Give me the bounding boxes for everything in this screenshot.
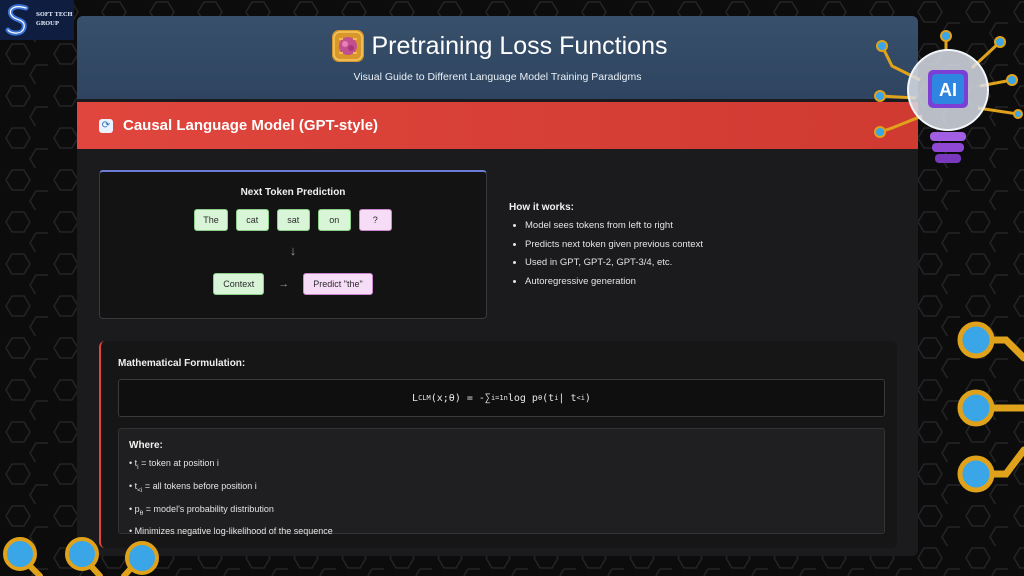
context-box: Context <box>213 273 265 295</box>
token-panel-title: Next Token Prediction <box>240 187 346 198</box>
where-item: • t<i = all tokens before position i <box>129 480 257 494</box>
math-formulation-panel: Mathematical Formulation: L CLM (x;θ) = -∑… <box>99 341 897 548</box>
how-it-works: How it works: Model sees tokens from lef… <box>509 202 703 291</box>
main-card: Pretraining Loss Functions Visual Guide … <box>77 16 918 556</box>
how-list: Model sees tokens from left to right Pre… <box>509 217 703 291</box>
where-item: • pθ = model's probability distribution <box>129 503 274 517</box>
where-item: • Minimizes negative log-likelihood of t… <box>129 526 333 537</box>
list-item: Predicts next token given previous conte… <box>525 236 703 255</box>
page-subtitle: Visual Guide to Different Language Model… <box>353 71 642 83</box>
arrow-down-icon: ↓ <box>289 243 297 258</box>
token: The <box>194 209 228 231</box>
section-title: Causal Language Model (GPT-style) <box>123 117 379 134</box>
refresh-icon: ⟳ <box>99 118 113 133</box>
brand-logo: SOFT TECH GROUP <box>0 0 74 40</box>
masked-token: ? <box>358 209 392 231</box>
brain-chip-icon <box>331 30 364 62</box>
list-item: Used in GPT, GPT-2, GPT-3/4, etc. <box>525 254 703 273</box>
where-title: Where: <box>129 440 163 451</box>
token: cat <box>235 209 269 231</box>
page-title: Pretraining Loss Functions <box>371 31 668 60</box>
list-item: Autoregressive generation <box>525 273 703 292</box>
token: sat <box>276 209 310 231</box>
formula: L CLM (x;θ) = -∑ i=1 n log p θ (t i | t <i) <box>118 379 885 417</box>
section-header-clm[interactable]: ⟳ Causal Language Model (GPT-style) <box>77 102 918 149</box>
where-box: Where: • ti = token at position i • t<i … <box>118 428 885 536</box>
circuit-nodes-bottom-icon <box>3 537 159 576</box>
token-prediction-panel: Next Token Prediction The cat sat on ? ↓… <box>99 170 487 319</box>
token-row: The cat sat on ? <box>100 209 486 231</box>
where-item: • ti = token at position i <box>129 458 219 471</box>
arrow-right-icon: → <box>278 278 290 290</box>
list-item: Model sees tokens from left to right <box>525 217 703 236</box>
ai-lightbulb-icon: AI <box>874 30 1023 163</box>
brand-s-icon <box>5 4 29 36</box>
brand-name-line1: SOFT TECH <box>36 12 73 18</box>
brand-name-line2: GROUP <box>36 21 59 27</box>
math-title: Mathematical Formulation: <box>118 358 246 369</box>
ai-bulb-label: AI <box>939 80 957 100</box>
how-title: How it works: <box>509 202 575 213</box>
prediction-box: Predict "the" <box>303 273 373 295</box>
page-header: Pretraining Loss Functions Visual Guide … <box>77 16 918 99</box>
token: on <box>317 209 351 231</box>
circuit-nodes-right-icon <box>957 321 1024 493</box>
context-row: Context → Predict "the" <box>100 273 486 295</box>
